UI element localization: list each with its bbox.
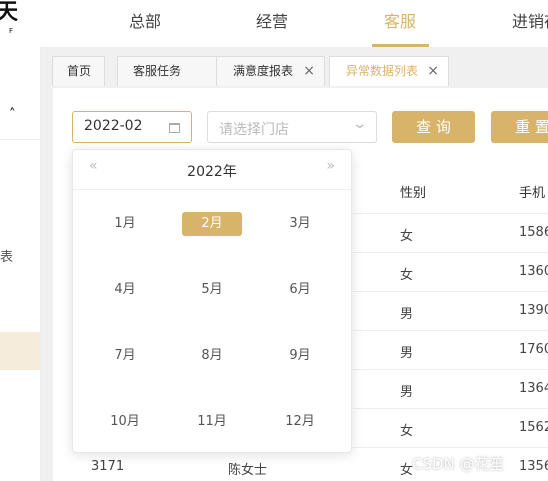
reset-button[interactable]: 重 置 <box>491 111 548 143</box>
tab-satisfaction-report[interactable]: 满意度报表 × <box>216 56 325 86</box>
date-value: 2022-02 <box>84 118 143 134</box>
row-divider <box>353 330 548 331</box>
row-divider <box>353 213 548 214</box>
nav-item-headquarters[interactable]: 总部 <box>129 8 161 32</box>
tab-label: 首页 <box>67 64 92 78</box>
month-cell-4[interactable]: 4月 <box>95 278 155 302</box>
tab-label: 异常数据列表 <box>346 64 419 78</box>
cell-gender: 男 <box>400 307 414 322</box>
cell-phone: 1356 <box>519 459 548 474</box>
row-divider <box>353 369 548 370</box>
sidebar: ˄ 表 <box>0 47 41 481</box>
row-divider <box>353 408 548 409</box>
picker-header: « 2022年 » <box>73 150 351 190</box>
month-cell-9[interactable]: 9月 <box>270 344 330 368</box>
table-header-gender: 性别 <box>400 186 427 201</box>
cell-gender: 男 <box>400 346 414 361</box>
month-cell-1[interactable]: 1月 <box>95 212 155 236</box>
sidebar-divider <box>0 139 40 140</box>
cell-gender: 女 <box>400 268 414 283</box>
cell-id: 3171 <box>91 459 125 474</box>
month-cell-3[interactable]: 3月 <box>270 212 330 236</box>
tab-label: 满意度报表 <box>233 64 294 78</box>
sidebar-item-report[interactable]: 表 <box>0 246 13 265</box>
row-divider <box>353 291 548 292</box>
month-picker-dropdown: « 2022年 » 1月 2月 3月 4月 5月 6月 7月 8月 9月 10月… <box>72 149 352 453</box>
next-year-icon[interactable]: » <box>326 158 335 174</box>
month-cell-11[interactable]: 11月 <box>182 410 242 434</box>
month-cell-12[interactable]: 12月 <box>270 410 330 434</box>
month-picker-input[interactable]: 2022-02 <box>72 111 192 143</box>
tab-bar: 首页 客服任务 × 满意度报表 × 异常数据列表 × <box>41 47 548 88</box>
nav-item-operations[interactable]: 经营 <box>256 8 288 32</box>
cell-gender: 女 <box>400 229 414 244</box>
cell-phone: 1390 <box>519 303 548 318</box>
query-button[interactable]: 查 询 <box>392 111 475 143</box>
chevron-up-icon[interactable]: ˄ <box>9 107 16 122</box>
cell-phone: 1360 <box>519 264 548 279</box>
cell-phone: 1760 <box>519 342 548 357</box>
nav-item-customer-service[interactable]: 客服 <box>384 8 416 32</box>
row-divider <box>353 252 548 253</box>
tab-home[interactable]: 首页 <box>52 56 105 86</box>
row-divider <box>353 447 548 448</box>
brand-logo: 天 F <box>0 0 22 36</box>
calendar-icon <box>169 123 180 133</box>
month-cell-10[interactable]: 10月 <box>95 410 155 434</box>
cell-name: 陈女士 <box>228 463 268 478</box>
month-cell-2-selected[interactable]: 2月 <box>182 212 242 236</box>
cell-gender: 女 <box>400 424 414 439</box>
sidebar-item-active[interactable] <box>0 332 40 370</box>
cell-phone: 1364 <box>519 381 548 396</box>
month-cell-5[interactable]: 5月 <box>182 278 242 302</box>
store-select[interactable]: 请选择门店 ⌄ <box>207 111 377 143</box>
month-cell-6[interactable]: 6月 <box>270 278 330 302</box>
chevron-down-icon: ⌄ <box>351 116 369 132</box>
picker-year-title[interactable]: 2022年 <box>73 161 351 181</box>
close-icon[interactable]: × <box>427 57 439 85</box>
close-icon[interactable]: × <box>303 57 315 85</box>
logo-small-text: F <box>9 27 14 35</box>
cell-phone: 1586 <box>519 225 548 240</box>
table-header-phone: 手机 <box>519 186 546 201</box>
nav-item-inventory[interactable]: 进销存 <box>512 8 548 32</box>
cell-phone: 1562 <box>519 420 548 435</box>
logo-text: 天 <box>0 0 19 25</box>
tab-label: 客服任务 <box>133 64 182 78</box>
content-gutter <box>41 47 53 481</box>
top-nav: 天 F 总部 经营 客服 进销存 <box>0 0 548 47</box>
tab-abnormal-data-list[interactable]: 异常数据列表 × <box>329 56 449 86</box>
watermark: CSDN @花笙 <box>412 455 505 473</box>
month-cell-7[interactable]: 7月 <box>95 344 155 368</box>
cell-gender: 男 <box>400 385 414 400</box>
month-cell-8[interactable]: 8月 <box>182 344 242 368</box>
store-placeholder: 请选择门店 <box>219 122 289 138</box>
